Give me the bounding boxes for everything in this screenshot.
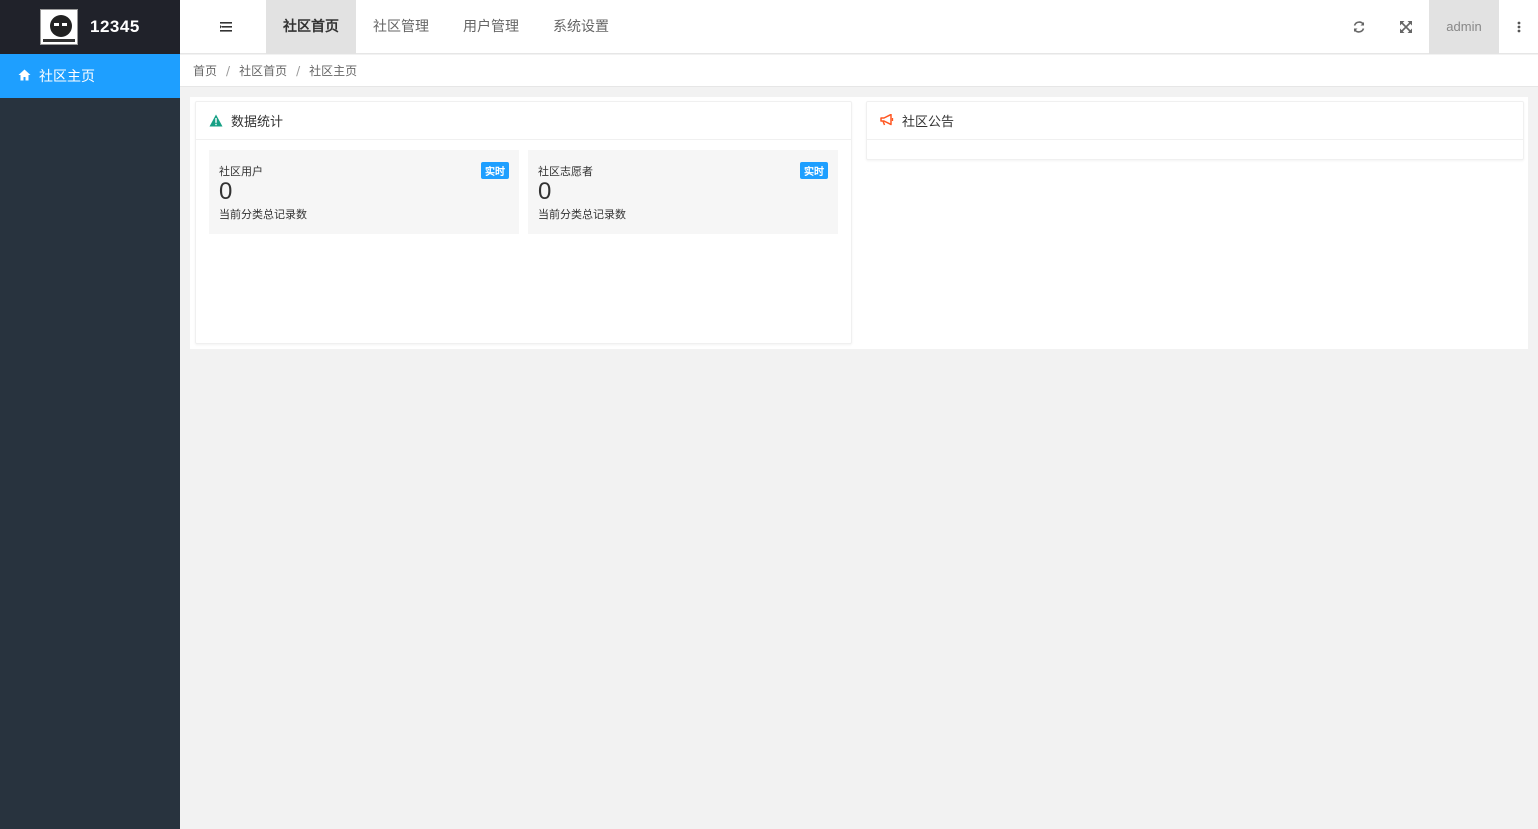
- breadcrumb-home[interactable]: 首页: [193, 62, 217, 79]
- logo-bar: 12345: [0, 0, 180, 54]
- logo-image: [40, 9, 78, 45]
- more-vertical-icon[interactable]: [1514, 18, 1524, 36]
- breadcrumb: 首页 / 社区首页 / 社区主页: [180, 55, 1538, 87]
- top-header: 社区首页 社区管理 用户管理 系统设置 admin: [180, 0, 1538, 54]
- menu-toggle-icon[interactable]: [216, 18, 236, 36]
- breadcrumb-current: 社区主页: [309, 64, 358, 78]
- breadcrumb-community-home[interactable]: 社区首页: [239, 62, 287, 79]
- realtime-badge: 实时: [800, 162, 828, 179]
- stat-description: 当前分类总记录数: [219, 208, 307, 221]
- stat-value: 0: [538, 178, 552, 205]
- breadcrumb-separator: /: [296, 63, 301, 78]
- notice-card: 社区公告: [866, 101, 1524, 160]
- tab-community-manage[interactable]: 社区管理: [356, 0, 446, 54]
- stat-title: 社区志愿者: [538, 165, 593, 178]
- app-title: 12345: [90, 17, 140, 36]
- home-icon: [18, 69, 32, 83]
- tab-user-manage[interactable]: 用户管理: [446, 0, 536, 54]
- megaphone-icon: [880, 113, 894, 128]
- refresh-icon[interactable]: [1351, 19, 1367, 35]
- stat-title: 社区用户: [219, 165, 263, 178]
- realtime-badge: 实时: [481, 162, 509, 179]
- sidebar: 12345 社区主页: [0, 0, 180, 829]
- breadcrumb-separator: /: [226, 63, 231, 78]
- notice-card-title: 社区公告: [902, 115, 955, 130]
- user-menu[interactable]: admin: [1429, 0, 1499, 54]
- stats-card-header: 数据统计: [196, 102, 851, 140]
- stat-community-users: 社区用户 实时 0 当前分类总记录数: [209, 150, 519, 234]
- main-content: 数据统计 社区用户 实时 0 当前分类总记录数 社区志愿者 实时 0 当前分类总…: [190, 97, 1528, 349]
- warning-icon: [209, 114, 223, 128]
- notice-card-header: 社区公告: [867, 102, 1523, 140]
- sidebar-item-home[interactable]: 社区主页: [0, 54, 180, 98]
- stats-card-title: 数据统计: [231, 115, 284, 130]
- tab-community-home[interactable]: 社区首页: [266, 0, 356, 54]
- stat-community-volunteers: 社区志愿者 实时 0 当前分类总记录数: [528, 150, 838, 234]
- stat-description: 当前分类总记录数: [538, 208, 626, 221]
- tab-system-settings[interactable]: 系统设置: [536, 0, 626, 54]
- stat-value: 0: [219, 178, 233, 205]
- sidebar-item-label: 社区主页: [39, 69, 95, 85]
- fullscreen-icon[interactable]: [1398, 19, 1414, 35]
- stats-card: 数据统计 社区用户 实时 0 当前分类总记录数 社区志愿者 实时 0 当前分类总…: [195, 101, 852, 344]
